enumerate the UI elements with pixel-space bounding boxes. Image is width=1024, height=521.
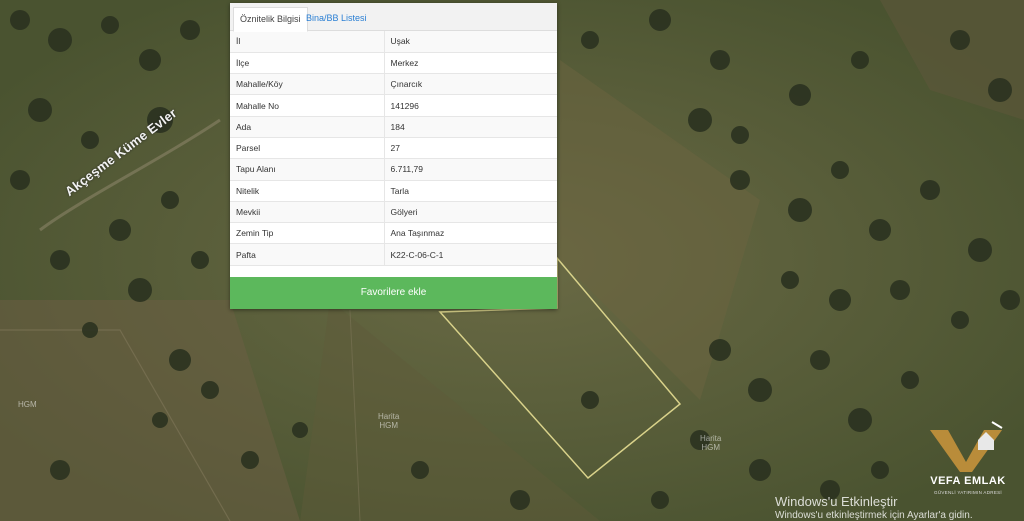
attribute-value: Gölyeri bbox=[384, 201, 557, 224]
attribute-value: 141296 bbox=[384, 94, 557, 117]
attribute-key: Pafta bbox=[230, 243, 385, 266]
attribute-key: Mevkii bbox=[230, 201, 385, 224]
attribute-value: Çınarcık bbox=[384, 73, 557, 96]
logo-title: VEFA EMLAK bbox=[930, 475, 1006, 487]
attribute-key: Mahalle No bbox=[230, 94, 385, 117]
windows-activation-message[interactable]: Windows'u etkinleştirmek için Ayarlar'a … bbox=[775, 510, 973, 521]
attribute-row: İlçe Merkez bbox=[230, 52, 557, 75]
attribute-value: K22-C-06-C-1 bbox=[384, 243, 557, 266]
panel-tabs: Öznitelik Bilgisi Bina/BB Listesi bbox=[230, 3, 557, 32]
attribute-key: İlçe bbox=[230, 52, 385, 75]
attribute-row: Zemin Tip Ana Taşınmaz bbox=[230, 222, 557, 245]
attribute-row: Parsel 27 bbox=[230, 137, 557, 160]
attribute-value: Merkez bbox=[384, 52, 557, 75]
attribute-row: Tapu Alanı 6.711,79 bbox=[230, 158, 557, 181]
attribute-key: Nitelik bbox=[230, 180, 385, 202]
attribute-key: Tapu Alanı bbox=[230, 158, 385, 181]
attribute-panel: Öznitelik Bilgisi Bina/BB Listesi İl Uşak… bbox=[230, 3, 557, 309]
attribute-key: Mahalle/Köy bbox=[230, 73, 385, 96]
map-watermark: Harita HGM bbox=[700, 434, 722, 452]
tab-attribute-info[interactable]: Öznitelik Bilgisi bbox=[233, 7, 308, 32]
attribute-value: 184 bbox=[384, 116, 557, 138]
attribute-value: Uşak bbox=[384, 31, 557, 53]
attribute-row: Mahalle No 141296 bbox=[230, 94, 557, 117]
attribute-value: 6.711,79 bbox=[384, 158, 557, 181]
logo-subtitle: GÜVENLİ YATIRIMIN ADRESİ bbox=[934, 490, 1002, 495]
attribute-row: Mahalle/Köy Çınarcık bbox=[230, 73, 557, 96]
attribute-value: Tarla bbox=[384, 180, 557, 202]
attribute-key: Ada bbox=[230, 116, 385, 138]
windows-activation-title: Windows'u Etkinleştir bbox=[775, 494, 898, 509]
attribute-key: Zemin Tip bbox=[230, 222, 385, 245]
attribute-row: İl Uşak bbox=[230, 31, 557, 53]
map-watermark: HGM bbox=[18, 400, 37, 409]
attribute-row: Ada 184 bbox=[230, 116, 557, 138]
attribute-value: 27 bbox=[384, 137, 557, 160]
attribute-row: Pafta K22-C-06-C-1 bbox=[230, 243, 557, 266]
attribute-value: Ana Taşınmaz bbox=[384, 222, 557, 245]
map-watermark: Harita HGM bbox=[378, 412, 400, 430]
logo-emblem-icon bbox=[930, 421, 1003, 472]
attribute-row: Nitelik Tarla bbox=[230, 180, 557, 202]
vefa-emlak-logo: VEFA EMLAK GÜVENLİ YATIRIMIN ADRESİ bbox=[918, 420, 1018, 500]
add-favorite-button[interactable]: Favorilere ekle bbox=[230, 277, 557, 309]
attribute-row: Mevkii Gölyeri bbox=[230, 201, 557, 224]
attribute-key: İl bbox=[230, 31, 385, 53]
tab-building-list[interactable]: Bina/BB Listesi bbox=[300, 7, 373, 30]
attribute-table: İl Uşak İlçe Merkez Mahalle/Köy Çınarcık Mahal… bbox=[230, 31, 557, 266]
attribute-key: Parsel bbox=[230, 137, 385, 160]
